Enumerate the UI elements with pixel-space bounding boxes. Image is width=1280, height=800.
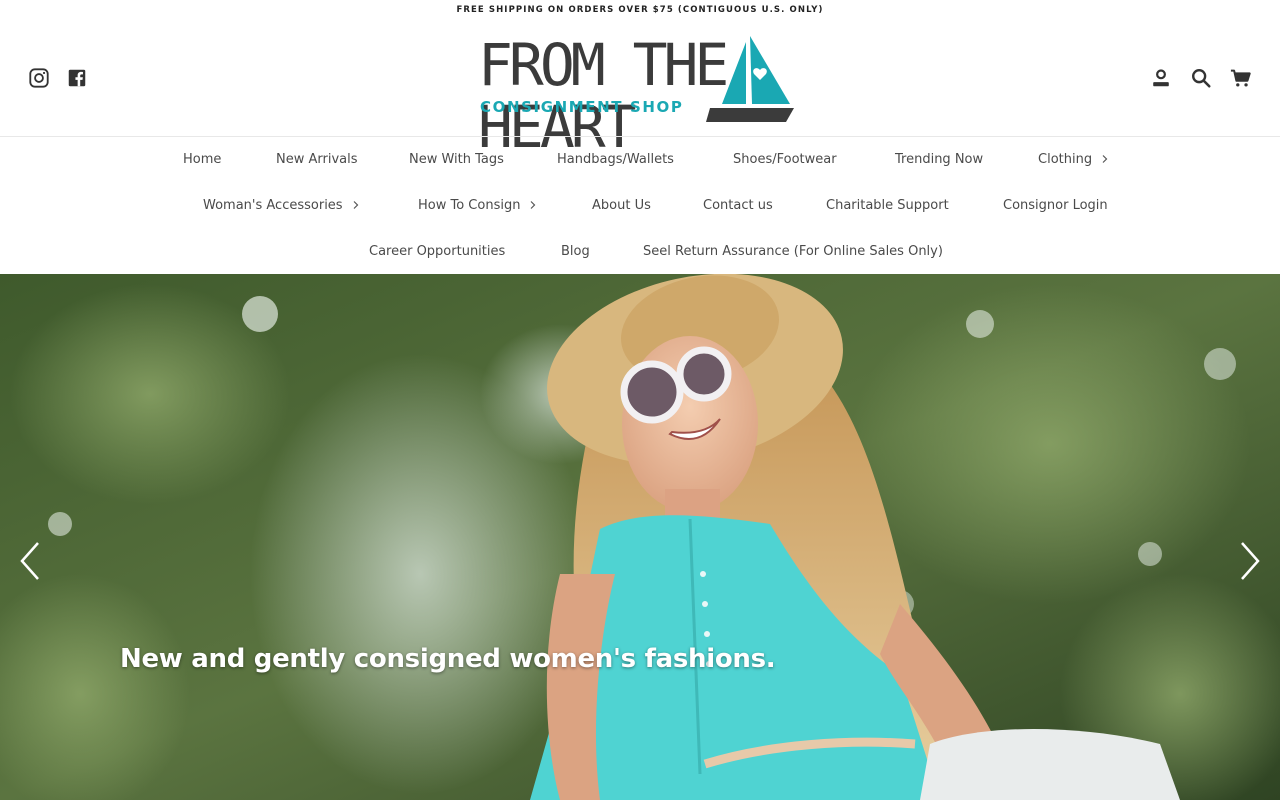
nav-item-clothing[interactable]: Clothing <box>1038 137 1110 183</box>
nav-item-shoes-footwear[interactable]: Shoes/Footwear <box>733 137 837 183</box>
nav-item-label: How To Consign <box>418 198 521 213</box>
nav-item-handbags-wallets[interactable]: Handbags/Wallets <box>557 137 674 183</box>
nav-row: Career Opportunities Blog Seel Return As… <box>0 229 1280 275</box>
site-header: FROM THE HEART CONSIGNMENT SHOP <box>0 20 1280 158</box>
site-logo[interactable]: FROM THE HEART CONSIGNMENT SHOP <box>478 34 802 158</box>
hero-image <box>0 274 1280 800</box>
announcement-bar: FREE SHIPPING ON ORDERS OVER $75 (CONTIG… <box>456 5 824 15</box>
nav-row: Woman's Accessories How To Consign About… <box>0 183 1280 229</box>
nav-item-how-to-consign[interactable]: How To Consign <box>418 183 538 229</box>
slideshow-previous-button[interactable] <box>16 539 44 583</box>
nav-row: Home New Arrivals New With Tags Handbags… <box>0 137 1280 183</box>
nav-item-charitable-support[interactable]: Charitable Support <box>826 183 949 229</box>
social-links <box>28 67 88 89</box>
nav-item-home[interactable]: Home <box>183 137 221 183</box>
cart-icon[interactable] <box>1230 67 1252 89</box>
header-utilities <box>1150 67 1252 89</box>
logo-subtitle: CONSIGNMENT SHOP <box>480 98 684 116</box>
nav-item-career-opportunities[interactable]: Career Opportunities <box>369 229 505 275</box>
chevron-left-icon <box>20 542 39 580</box>
nav-item-consignor-login[interactable]: Consignor Login <box>1003 183 1108 229</box>
facebook-icon[interactable] <box>66 67 88 89</box>
nav-item-contact-us[interactable]: Contact us <box>703 183 773 229</box>
nav-item-label: Clothing <box>1038 152 1093 167</box>
slideshow-next-button[interactable] <box>1236 539 1264 583</box>
nav-item-label: Woman's Accessories <box>203 198 343 213</box>
nav-item-trending-now[interactable]: Trending Now <box>895 137 983 183</box>
nav-item-blog[interactable]: Blog <box>561 229 590 275</box>
account-icon[interactable] <box>1150 67 1172 89</box>
chevron-right-icon <box>1241 542 1260 580</box>
nav-item-about-us[interactable]: About Us <box>592 183 651 229</box>
instagram-icon[interactable] <box>28 67 50 89</box>
chevron-right-icon <box>353 200 358 209</box>
main-navigation: Home New Arrivals New With Tags Handbags… <box>0 136 1280 274</box>
nav-item-seel-return-assurance[interactable]: Seel Return Assurance (For Online Sales … <box>643 229 943 275</box>
chevron-right-icon <box>531 200 536 209</box>
nav-item-new-arrivals[interactable]: New Arrivals <box>276 137 358 183</box>
nav-item-womans-accessories[interactable]: Woman's Accessories <box>203 183 361 229</box>
chevron-right-icon <box>1102 154 1108 163</box>
hero-caption: New and gently consigned women's fashion… <box>120 644 776 674</box>
search-icon[interactable] <box>1190 67 1212 89</box>
hero-slideshow: New and gently consigned women's fashion… <box>0 274 1280 800</box>
nav-item-new-with-tags[interactable]: New With Tags <box>409 137 504 183</box>
